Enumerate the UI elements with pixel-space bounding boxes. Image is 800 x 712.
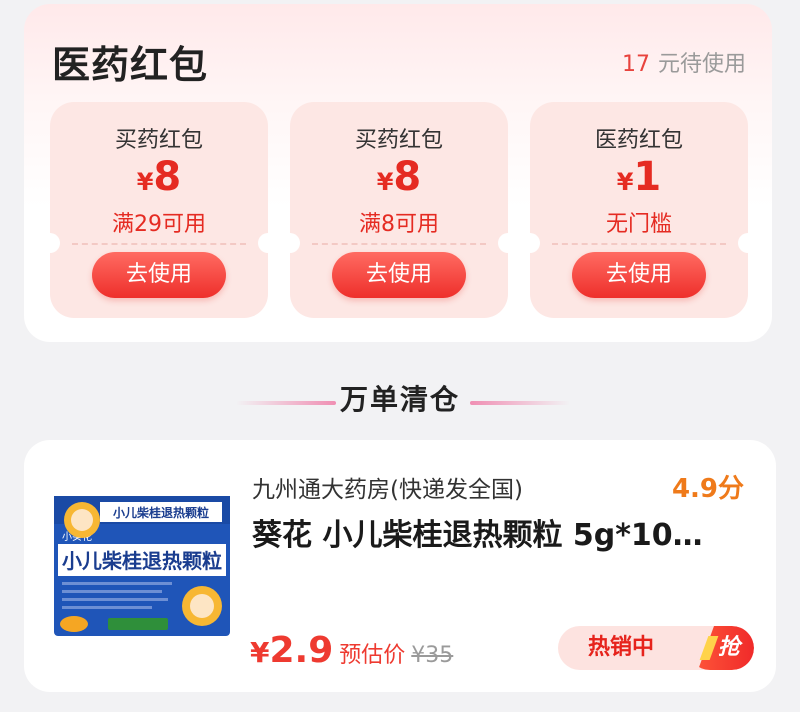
coupon-divider xyxy=(552,243,726,245)
price-row: ¥2.9 预估价 ¥35 xyxy=(250,630,453,671)
shop-name[interactable]: 九州通大药房(快递发全国) xyxy=(252,470,523,504)
estimated-price-label: 预估价 xyxy=(339,643,406,668)
product-image-title-small: 小儿柴桂退热颗粒 xyxy=(113,505,209,520)
panel-title: 医药红包 xyxy=(52,43,209,87)
use-coupon-button[interactable]: 去使用 xyxy=(572,252,706,298)
coupon-divider xyxy=(72,243,246,245)
product-image[interactable]: 小儿柴桂退热颗粒 小葵花 小儿柴桂退热颗粒 xyxy=(54,490,230,638)
coupon-card: 买药红包 ¥8 满29可用 去使用 xyxy=(50,102,268,318)
coupon-condition: 满29可用 xyxy=(112,212,206,237)
price-currency: ¥ xyxy=(250,636,270,669)
coupon-type: 买药红包 xyxy=(114,128,203,153)
coupon-panel: 医药红包 17 元待使用 买药红包 ¥8 满29可用 去使用 买药红包 ¥8 满8… xyxy=(24,4,772,342)
coupon-card: 医药红包 ¥1 无门槛 去使用 xyxy=(530,102,748,318)
product-name[interactable]: 葵花 小儿柴桂退热颗粒 5g*10… xyxy=(252,510,752,554)
lightning-icon xyxy=(699,636,719,660)
grab-label: 抢 xyxy=(717,635,740,660)
hot-sale-label: 热销中 xyxy=(588,635,655,660)
coupon-amount: ¥8 xyxy=(136,154,182,200)
pending-count: 17 xyxy=(621,52,650,77)
pending-label: 元待使用 xyxy=(657,52,746,77)
coupon-type: 买药红包 xyxy=(354,128,443,153)
use-coupon-button[interactable]: 去使用 xyxy=(332,252,466,298)
coupon-amount: ¥1 xyxy=(616,154,662,200)
coupon-amount: ¥8 xyxy=(376,154,422,200)
shop-rating: 4.9分 xyxy=(671,474,744,504)
coupon-condition: 满8可用 xyxy=(359,212,439,237)
price-value: 2.9 xyxy=(269,630,334,671)
coupon-divider xyxy=(312,243,486,245)
section-decoration-right xyxy=(470,401,570,405)
use-coupon-button[interactable]: 去使用 xyxy=(92,252,226,298)
product-card[interactable]: 小儿柴桂退热颗粒 小葵花 小儿柴桂退热颗粒 九州通大药房(快递发全国) 4.9分… xyxy=(24,440,776,692)
grab-button[interactable]: 热销中 抢 xyxy=(558,626,754,670)
coupon-card: 买药红包 ¥8 满8可用 去使用 xyxy=(290,102,508,318)
product-image-title: 小儿柴桂退热颗粒 xyxy=(62,549,222,573)
section-title: 万单清仓 xyxy=(339,383,460,416)
coupon-type: 医药红包 xyxy=(594,128,683,153)
original-price: ¥35 xyxy=(411,643,454,668)
coupon-condition: 无门槛 xyxy=(605,212,672,237)
grab-part[interactable]: 抢 xyxy=(688,626,754,670)
pending-amount[interactable]: 17 元待使用 xyxy=(622,46,746,78)
